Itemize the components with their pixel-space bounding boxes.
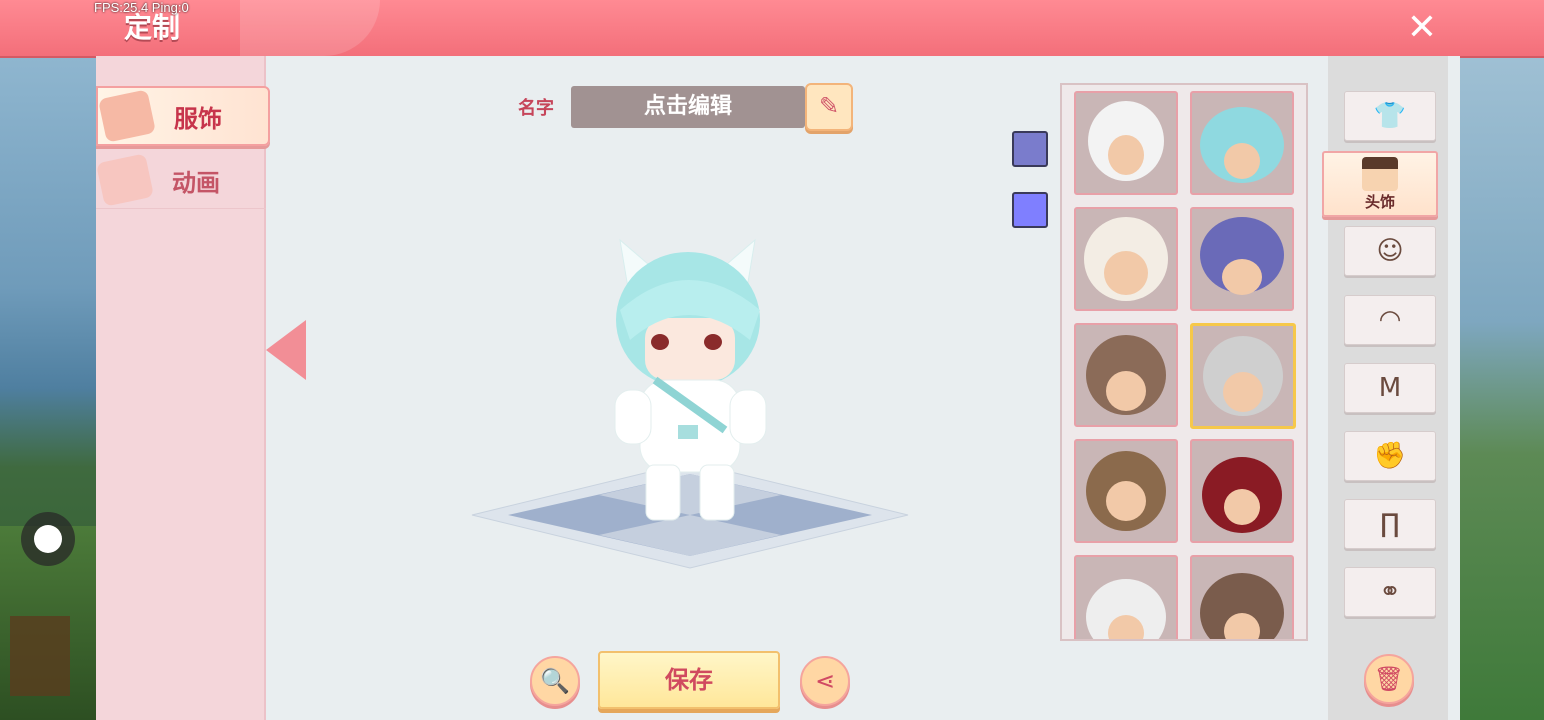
trash-icon: 🗑 [1373,665,1405,693]
zigzag-helmet-headwear-icon [1200,217,1284,295]
fps-counter: FPS:25.4 Ping:0 [94,0,189,15]
item-slot[interactable] [1190,91,1294,195]
share-icon: ⋖ [814,667,836,695]
animation-icon [95,153,155,207]
slot-pants[interactable]: ∏ [1344,499,1436,549]
delete-button[interactable]: 🗑 [1364,654,1414,704]
close-button[interactable]: ✕ [1402,8,1442,48]
red-crown-buns-hair-icon [1202,457,1282,533]
left-category-nav: 服饰 动画 [95,56,270,720]
magnify-icon: 🔍 [540,667,570,695]
color-swatch-1[interactable] [1012,131,1048,167]
name-input[interactable]: 点击编辑 [571,86,805,128]
head-icon [1362,157,1398,191]
tiger-hood-headwear-icon [1084,217,1168,301]
name-label: 名字 [518,98,554,119]
gloves-icon: ✊ [1373,441,1407,471]
grey-cat-ear-hair-icon [1203,336,1283,416]
white-haired-horned-headwear-icon [1088,101,1164,181]
title-decoration [240,0,380,56]
item-slot[interactable] [1190,207,1294,311]
rotate-left-arrow-icon[interactable] [266,320,306,380]
close-icon: ✕ [1406,7,1438,48]
nav-item-clothing[interactable]: 服饰 [96,86,270,146]
item-slot[interactable] [1074,207,1178,311]
slot-label: 头饰 [1364,193,1395,211]
item-slot-selected[interactable] [1190,323,1296,429]
slot-mask[interactable]: ◠ [1344,295,1436,345]
shoes-icon: ⚭ [1379,577,1401,607]
virtual-joystick[interactable] [21,512,75,566]
game-world-left [0,56,96,720]
item-slot[interactable] [1190,439,1294,543]
save-button[interactable]: 保存 [598,651,780,709]
outfit-icon: 👕 [1373,101,1407,131]
game-world-right [1460,56,1544,720]
item-slot[interactable] [1074,91,1178,195]
slot-shoes[interactable]: ⚭ [1344,567,1436,617]
slot-outfit[interactable]: 👕 [1344,91,1436,141]
headwear-item-grid [1060,83,1308,641]
nav-item-label: 动画 [172,168,220,197]
character-avatar[interactable] [600,230,780,525]
edit-name-button[interactable]: ✎ [805,83,853,131]
nav-item-animation[interactable]: 动画 [95,152,266,209]
item-slot[interactable] [1074,555,1178,639]
item-slot[interactable] [1074,323,1178,427]
bunny-ear-hair-icon [1086,579,1166,639]
item-slot[interactable] [1074,439,1178,543]
slot-shirt[interactable]: M [1344,363,1436,413]
wood-fence [10,616,70,696]
slot-face[interactable]: ☺ [1344,226,1436,276]
blue-cake-hair-headwear-icon [1200,107,1284,183]
face-icon: ☺ [1376,236,1404,266]
nav-item-label: 服饰 [174,104,222,133]
title-bar: 定制 ✕ [0,0,1544,58]
joystick-knob[interactable] [34,525,62,553]
panda-hood-headwear-icon [1086,451,1166,531]
item-slot[interactable] [1190,555,1294,639]
tshirt-icon [97,89,157,143]
slot-headwear[interactable]: 头饰 [1322,151,1438,217]
shirt-icon: M [1378,373,1402,403]
color-swatch-2[interactable] [1012,192,1048,228]
pencil-icon: ✎ [818,92,840,120]
brown-wavy-hair-icon [1200,573,1284,639]
share-button[interactable]: ⋖ [800,656,850,706]
pants-icon: ∏ [1380,509,1400,539]
mask-icon: ◠ [1378,305,1402,335]
slot-gloves[interactable]: ✊ [1344,431,1436,481]
zoom-button[interactable]: 🔍 [530,656,580,706]
braided-brown-hair-icon [1086,335,1166,415]
